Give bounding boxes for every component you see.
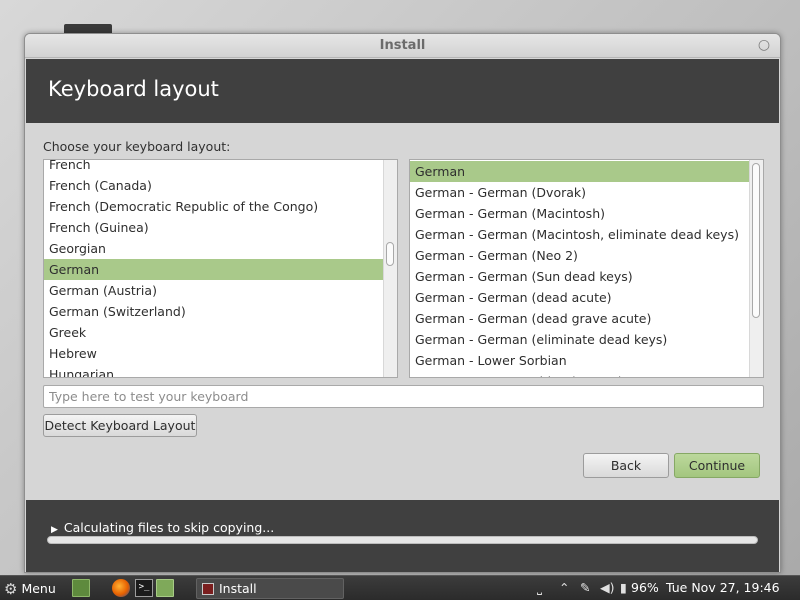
page-title: Keyboard layout — [48, 77, 219, 101]
list-item[interactable]: German - German (dead grave acute) — [410, 308, 749, 329]
window-titlebar[interactable]: Install ○ — [25, 34, 780, 58]
list-item[interactable]: German — [44, 259, 383, 280]
keyboard-indicator-icon[interactable]: ⎵ — [537, 580, 542, 596]
battery-percentage: 96% — [631, 580, 659, 595]
gear-icon: ⚙ — [4, 579, 18, 598]
keyboard-test-input[interactable] — [43, 385, 764, 408]
expander-arrow-icon: ▶ — [51, 525, 58, 535]
list-item[interactable]: French (Guinea) — [44, 217, 383, 238]
variant-list[interactable]: German German - German (Dvorak) German - G… — [409, 159, 764, 378]
battery-icon[interactable]: ▮ — [620, 580, 627, 595]
list-item[interactable]: German - German (Macintosh) — [410, 203, 749, 224]
list-item[interactable]: German — [410, 161, 749, 182]
volume-icon[interactable]: ◀) — [600, 580, 615, 595]
variant-list-scroll-thumb[interactable] — [752, 163, 760, 318]
window-title: Install — [379, 38, 426, 53]
taskbar: ⚙ Menu >_ Install ⎵ ⌃ ✎ ◀) ▮ 96% Tue Nov… — [0, 575, 800, 600]
firefox-icon[interactable] — [112, 579, 130, 597]
network-icon[interactable]: ✎ — [580, 580, 590, 595]
list-item[interactable]: German - German (Sun dead keys) — [410, 266, 749, 287]
layout-list[interactable]: French French (Canada) French (Democratic … — [43, 159, 398, 378]
list-item[interactable]: German - Lower Sorbian (qwertz) — [410, 371, 749, 377]
layout-list-scrollbar[interactable] — [383, 160, 397, 377]
progress-bar — [47, 536, 758, 544]
progress-footer: ▶ Calculating files to skip copying... — [26, 500, 779, 572]
layout-prompt: Choose your keyboard layout: — [43, 139, 231, 154]
show-desktop-icon[interactable] — [72, 579, 90, 597]
menu-button[interactable]: ⚙ Menu — [4, 579, 56, 598]
list-item[interactable]: German - German (Dvorak) — [410, 182, 749, 203]
variant-list-scrollbar[interactable] — [749, 160, 763, 377]
list-item[interactable]: German - German (Neo 2) — [410, 245, 749, 266]
list-item[interactable]: Greek — [44, 322, 383, 343]
list-item[interactable]: French — [44, 160, 383, 175]
taskbar-item-label: Install — [219, 581, 257, 596]
list-item[interactable]: French (Canada) — [44, 175, 383, 196]
list-item[interactable]: German - German (Macintosh, eliminate de… — [410, 224, 749, 245]
close-icon[interactable]: ○ — [756, 37, 772, 53]
list-item[interactable]: German - German (eliminate dead keys) — [410, 329, 749, 350]
menu-label: Menu — [21, 581, 56, 596]
list-item[interactable]: Hungarian — [44, 364, 383, 377]
install-window: Install ○ Keyboard layout Choose your ke… — [24, 33, 781, 573]
continue-button[interactable]: Continue — [674, 453, 760, 478]
progress-text: Calculating files to skip copying... — [63, 520, 275, 535]
installer-app-icon — [202, 582, 214, 595]
list-item[interactable]: Georgian — [44, 238, 383, 259]
list-item[interactable]: German (Austria) — [44, 280, 383, 301]
chevron-up-icon[interactable]: ⌃ — [559, 580, 569, 595]
file-manager-icon[interactable] — [156, 579, 174, 597]
list-item[interactable]: French (Democratic Republic of the Congo… — [44, 196, 383, 217]
list-item[interactable]: Hebrew — [44, 343, 383, 364]
list-item[interactable]: German (Switzerland) — [44, 301, 383, 322]
list-item[interactable]: German - German (dead acute) — [410, 287, 749, 308]
list-item[interactable]: German - Lower Sorbian — [410, 350, 749, 371]
clock[interactable]: Tue Nov 27, 19:46 — [666, 580, 780, 595]
variant-list-rows: German German - German (Dvorak) German - G… — [410, 161, 749, 377]
detect-keyboard-layout-button[interactable]: Detect Keyboard Layout — [43, 414, 197, 437]
page-header: Keyboard layout — [26, 59, 779, 123]
layout-list-rows: French French (Canada) French (Democratic … — [44, 160, 383, 377]
layout-list-scroll-thumb[interactable] — [386, 242, 394, 266]
progress-details-expander[interactable]: ▶ Calculating files to skip copying... — [51, 520, 274, 535]
back-button[interactable]: Back — [583, 453, 669, 478]
terminal-icon[interactable]: >_ — [135, 579, 153, 597]
taskbar-item-install[interactable]: Install — [196, 578, 344, 599]
